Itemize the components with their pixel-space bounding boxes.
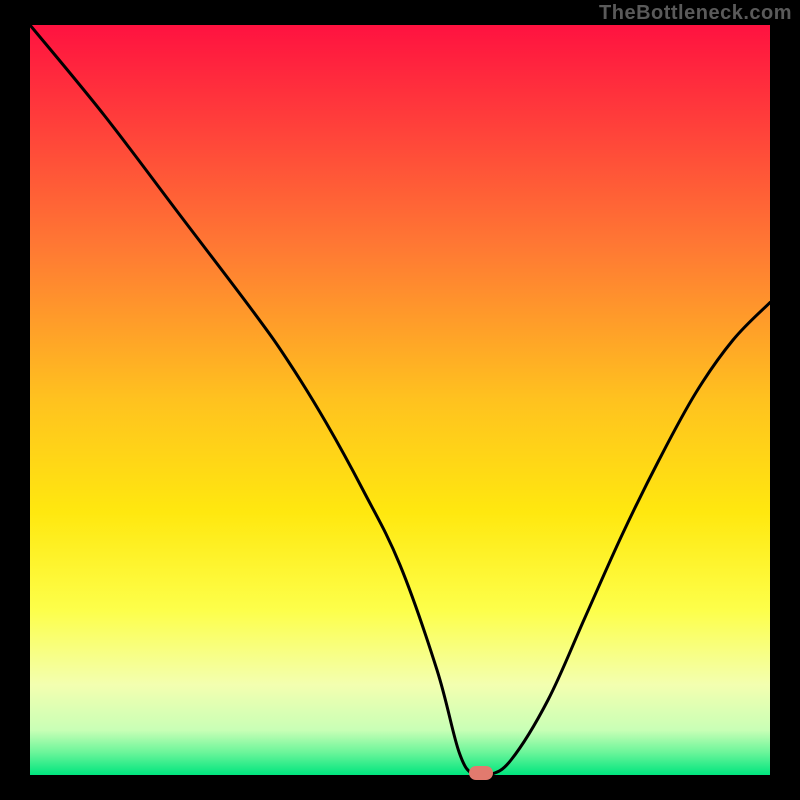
plot-area (30, 25, 770, 775)
chart-svg (30, 25, 770, 775)
bg-rect (30, 25, 770, 775)
chart-frame: TheBottleneck.com (0, 0, 800, 800)
minimum-marker (469, 766, 493, 780)
watermark-text: TheBottleneck.com (599, 2, 792, 25)
